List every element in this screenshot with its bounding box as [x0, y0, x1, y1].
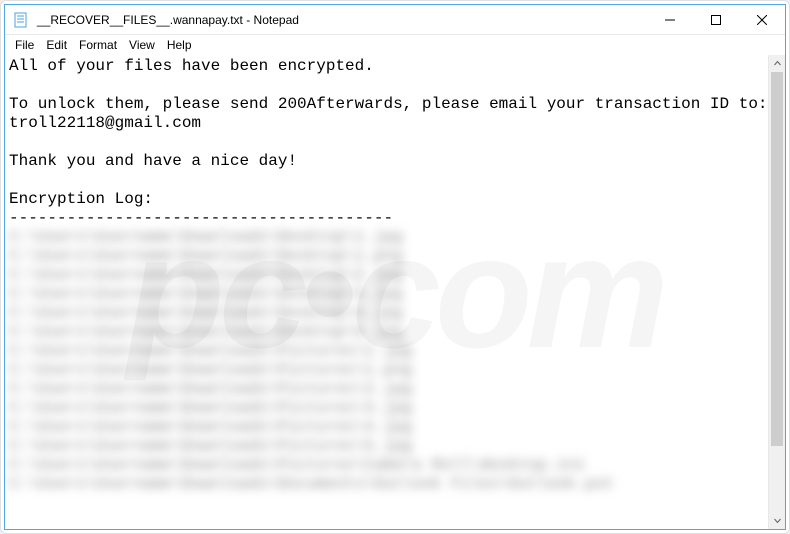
chevron-up-icon	[774, 60, 781, 67]
menu-help[interactable]: Help	[161, 37, 198, 53]
log-line: C:\Users\Username\Downloads\Pictures\1.p…	[9, 361, 412, 379]
body-line: Thank you and have a nice day!	[9, 152, 297, 170]
maximize-icon	[711, 15, 721, 25]
maximize-button[interactable]	[693, 5, 739, 35]
log-line: C:\Users\Username\Downloads\Desktop\5.jp…	[9, 323, 403, 341]
log-line: C:\Users\Username\Downloads\Pictures\3.j…	[9, 399, 412, 417]
body-line: troll22118@gmail.com	[9, 114, 201, 132]
vertical-scrollbar[interactable]	[768, 55, 785, 529]
notepad-window: __RECOVER__FILES__.wannapay.txt - Notepa…	[4, 4, 786, 530]
log-line: C:\Users\Username\Downloads\Pictures\2.j…	[9, 380, 412, 398]
body-line: To unlock them, please send 200Afterward…	[9, 95, 768, 113]
log-line: C:\Users\Username\Downloads\Desktop\2.jp…	[9, 266, 403, 284]
scroll-track[interactable]	[769, 72, 785, 512]
menu-view[interactable]: View	[123, 37, 161, 53]
encryption-log-block: C:\Users\Username\Downloads\Desktop\1.jp…	[9, 228, 614, 493]
title-bar[interactable]: __RECOVER__FILES__.wannapay.txt - Notepa…	[5, 5, 785, 35]
body-line: ----------------------------------------	[9, 209, 393, 227]
log-line: C:\Users\Username\Downloads\Pictures\Cam…	[9, 456, 585, 474]
scroll-thumb[interactable]	[771, 72, 783, 446]
log-line: C:\Users\Username\Downloads\Desktop\4.jp…	[9, 304, 403, 322]
menu-format[interactable]: Format	[73, 37, 123, 53]
outer-frame: __RECOVER__FILES__.wannapay.txt - Notepa…	[0, 0, 790, 534]
log-line: C:\Users\Username\Downloads\Pictures\4.j…	[9, 418, 412, 436]
menu-file[interactable]: File	[9, 37, 40, 53]
log-line: C:\Users\Username\Downloads\Desktop\1.jp…	[9, 228, 403, 246]
body-line: All of your files have been encrypted.	[9, 57, 374, 75]
close-icon	[757, 15, 767, 25]
chevron-down-icon	[774, 517, 781, 524]
text-area[interactable]: All of your files have been encrypted. T…	[5, 55, 768, 529]
log-line: C:\Users\Username\Downloads\Pictures\5.j…	[9, 437, 412, 455]
notepad-icon	[13, 12, 29, 28]
body-line: Encryption Log:	[9, 190, 153, 208]
window-title: __RECOVER__FILES__.wannapay.txt - Notepa…	[37, 13, 299, 27]
minimize-icon	[665, 15, 675, 25]
log-line: C:\Users\Username\Downloads\Documents\Ou…	[9, 475, 614, 493]
log-line: C:\Users\Username\Downloads\Desktop\3.jp…	[9, 285, 403, 303]
log-line: C:\Users\Username\Downloads\Pictures\1.j…	[9, 342, 412, 360]
scroll-down-button[interactable]	[769, 512, 785, 529]
log-line: C:\Users\Username\Downloads\Desktop\1.pn…	[9, 247, 403, 265]
menu-bar: File Edit Format View Help	[5, 35, 785, 55]
close-button[interactable]	[739, 5, 785, 35]
scroll-up-button[interactable]	[769, 55, 785, 72]
content-wrap: All of your files have been encrypted. T…	[5, 55, 785, 529]
minimize-button[interactable]	[647, 5, 693, 35]
menu-edit[interactable]: Edit	[40, 37, 73, 53]
